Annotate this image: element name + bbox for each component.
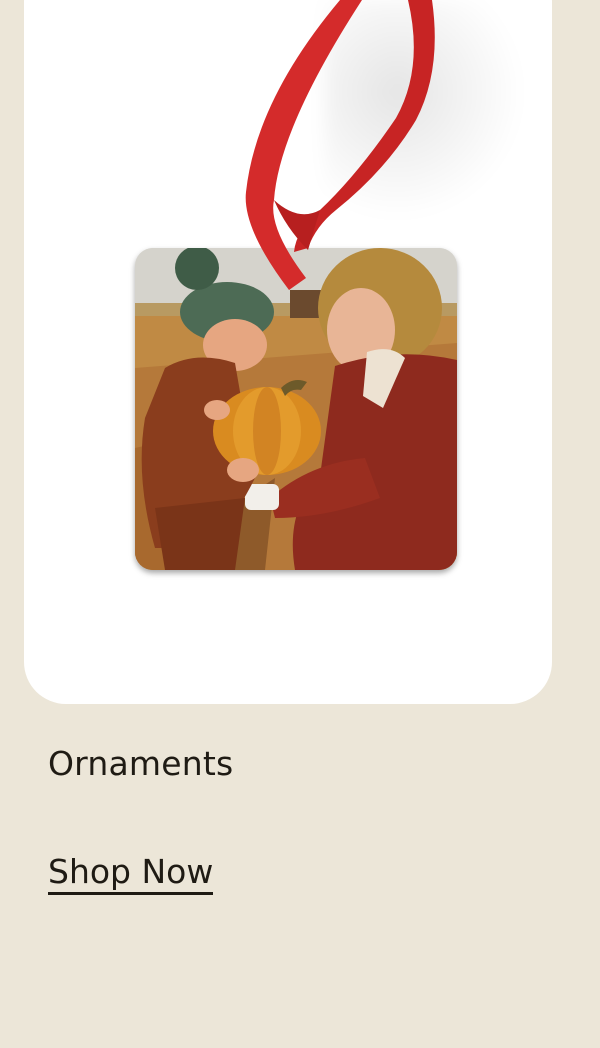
shop-now-link[interactable]: Shop Now bbox=[48, 853, 214, 895]
product-image-card[interactable] bbox=[24, 0, 552, 704]
ornament-photo-illustration bbox=[135, 248, 457, 570]
product-title: Ornaments bbox=[48, 744, 234, 783]
ribbon-shadow bbox=[324, 0, 534, 230]
ornament-photo bbox=[135, 248, 457, 570]
